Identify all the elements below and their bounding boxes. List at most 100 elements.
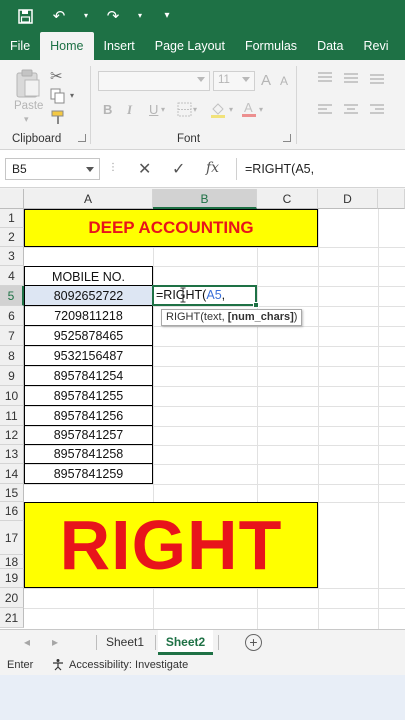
row-header[interactable]: 3 <box>0 247 24 266</box>
underline-dropdown-icon[interactable]: ▾ <box>161 105 165 114</box>
fill-handle[interactable] <box>253 302 259 308</box>
align-middle-icon[interactable] <box>344 72 358 87</box>
paste-button[interactable]: Paste <box>14 100 43 112</box>
row-header[interactable]: 12 <box>0 426 24 445</box>
grow-font-button[interactable]: A <box>261 72 271 89</box>
row-header[interactable]: 10 <box>0 386 24 406</box>
customize-quick-access-icon[interactable]: ▾ <box>156 5 178 27</box>
fill-color-dropdown-icon[interactable]: ▾ <box>229 105 233 114</box>
cut-icon[interactable]: ✂ <box>50 67 63 85</box>
redo-dropdown-icon[interactable]: ▾ <box>136 5 144 27</box>
accessibility-status[interactable]: Accessibility: Investigate <box>52 658 188 671</box>
confirm-entry-button[interactable]: ✓ <box>172 159 185 179</box>
table-cell[interactable]: 9532156487 <box>24 346 153 366</box>
table-cell[interactable]: 9525878465 <box>24 326 153 346</box>
table-cell[interactable]: 8957841259 <box>24 464 153 484</box>
add-sheet-button[interactable]: + <box>245 634 262 651</box>
row-header[interactable]: 20 <box>0 588 24 608</box>
bold-button[interactable]: B <box>103 102 112 117</box>
font-color-icon[interactable]: A <box>241 100 257 121</box>
row-header[interactable]: 2 <box>0 228 24 247</box>
align-center-icon[interactable] <box>344 104 358 119</box>
row-header[interactable]: 15 <box>0 484 24 502</box>
copy-icon[interactable] <box>50 88 66 107</box>
row-header[interactable]: 11 <box>0 406 24 426</box>
more-options-icon[interactable]: ⋮ <box>108 162 119 173</box>
table-cell[interactable]: 7209811218 <box>24 306 153 326</box>
align-right-icon[interactable] <box>370 104 384 119</box>
borders-dropdown-icon[interactable]: ▾ <box>193 105 197 114</box>
paste-icon[interactable] <box>14 68 42 103</box>
underline-button[interactable]: U <box>149 102 158 117</box>
name-box[interactable]: B5 <box>5 158 100 180</box>
save-icon[interactable] <box>14 5 36 27</box>
paste-dropdown-icon[interactable]: ▾ <box>24 114 29 125</box>
borders-icon[interactable] <box>177 102 192 120</box>
formula-input[interactable]: =RIGHT(A5, <box>236 158 405 180</box>
column-header-a[interactable]: A <box>24 189 153 209</box>
column-header-b[interactable]: B <box>153 189 257 209</box>
active-cell-b5[interactable]: =RIGHT(A5, <box>152 285 259 308</box>
row-header[interactable]: 13 <box>0 445 24 464</box>
clipboard-launcher-icon[interactable] <box>78 134 86 142</box>
table-cell[interactable]: 8957841256 <box>24 406 153 426</box>
table-cell[interactable]: 8957841258 <box>24 445 153 464</box>
tab-file[interactable]: File <box>0 32 40 60</box>
row-header[interactable]: 17 <box>0 521 24 555</box>
italic-button[interactable]: I <box>127 102 132 118</box>
fill-color-icon[interactable] <box>209 101 227 122</box>
title-banner[interactable]: DEEP ACCOUNTING <box>24 209 318 247</box>
column-header-c[interactable]: C <box>257 189 318 209</box>
align-left-icon[interactable] <box>318 104 332 119</box>
tab-insert[interactable]: Insert <box>94 32 145 60</box>
row-header[interactable]: 18 <box>0 555 24 569</box>
table-cell[interactable]: 8957841257 <box>24 426 153 445</box>
align-top-icon[interactable] <box>318 72 332 87</box>
row-header[interactable]: 19 <box>0 569 24 588</box>
column-header-e[interactable] <box>378 189 405 209</box>
sheet-tab-sheet2[interactable]: Sheet2 <box>158 630 213 655</box>
row-header[interactable]: 6 <box>0 306 24 326</box>
undo-dropdown-icon[interactable]: ▾ <box>82 5 90 27</box>
font-launcher-icon[interactable] <box>283 134 291 142</box>
sheet-tab-sheet1[interactable]: Sheet1 <box>100 630 150 655</box>
row-header[interactable]: 14 <box>0 464 24 484</box>
row-header[interactable]: 21 <box>0 608 24 628</box>
align-bottom-icon[interactable] <box>370 72 384 87</box>
redo-icon[interactable]: ↷ <box>102 5 124 27</box>
table-header-cell[interactable]: MOBILE NO. <box>24 266 153 286</box>
font-color-dropdown-icon[interactable]: ▾ <box>259 105 263 114</box>
right-function-banner[interactable]: RIGHT <box>24 502 318 588</box>
format-painter-icon[interactable] <box>50 110 66 129</box>
function-tooltip[interactable]: RIGHT(text, [num_chars]) <box>161 309 303 326</box>
undo-icon[interactable]: ↶ <box>48 5 70 27</box>
copy-dropdown-icon[interactable]: ▾ <box>70 91 74 100</box>
table-cell[interactable]: 8092652722 <box>24 286 153 306</box>
row-header[interactable]: 8 <box>0 346 24 366</box>
row-header[interactable]: 9 <box>0 366 24 386</box>
tab-data[interactable]: Data <box>307 32 353 60</box>
tab-home[interactable]: Home <box>40 32 94 60</box>
column-header-d[interactable]: D <box>318 189 378 209</box>
row-header[interactable]: 16 <box>0 502 24 521</box>
row-header[interactable]: 1 <box>0 209 24 228</box>
tab-formulas[interactable]: Formulas <box>235 32 307 60</box>
tab-review[interactable]: Revi <box>353 32 398 60</box>
font-name-combo[interactable] <box>98 71 210 91</box>
worksheet-grid[interactable]: A B C D 1 2 3 4 5 6 7 8 9 10 11 12 13 14… <box>0 189 405 629</box>
formula-bar: B5 ⋮ ✕ ✓ fx =RIGHT(A5, <box>0 150 405 188</box>
table-cell[interactable]: 8957841254 <box>24 366 153 386</box>
next-sheet-icon[interactable]: ▸ <box>52 635 58 649</box>
row-header[interactable]: 4 <box>0 266 24 286</box>
row-header[interactable]: 5 <box>0 286 24 306</box>
cancel-entry-button[interactable]: ✕ <box>138 159 151 179</box>
insert-function-button[interactable]: fx <box>206 160 219 176</box>
select-all-corner[interactable] <box>0 189 24 209</box>
table-cell[interactable]: 8957841255 <box>24 386 153 406</box>
row-header[interactable]: 7 <box>0 326 24 346</box>
shrink-font-button[interactable]: A <box>280 74 288 88</box>
status-mode: Enter <box>7 659 34 671</box>
tab-page-layout[interactable]: Page Layout <box>145 32 235 60</box>
font-size-combo[interactable]: 11 <box>213 71 255 91</box>
previous-sheet-icon[interactable]: ◂ <box>24 635 30 649</box>
